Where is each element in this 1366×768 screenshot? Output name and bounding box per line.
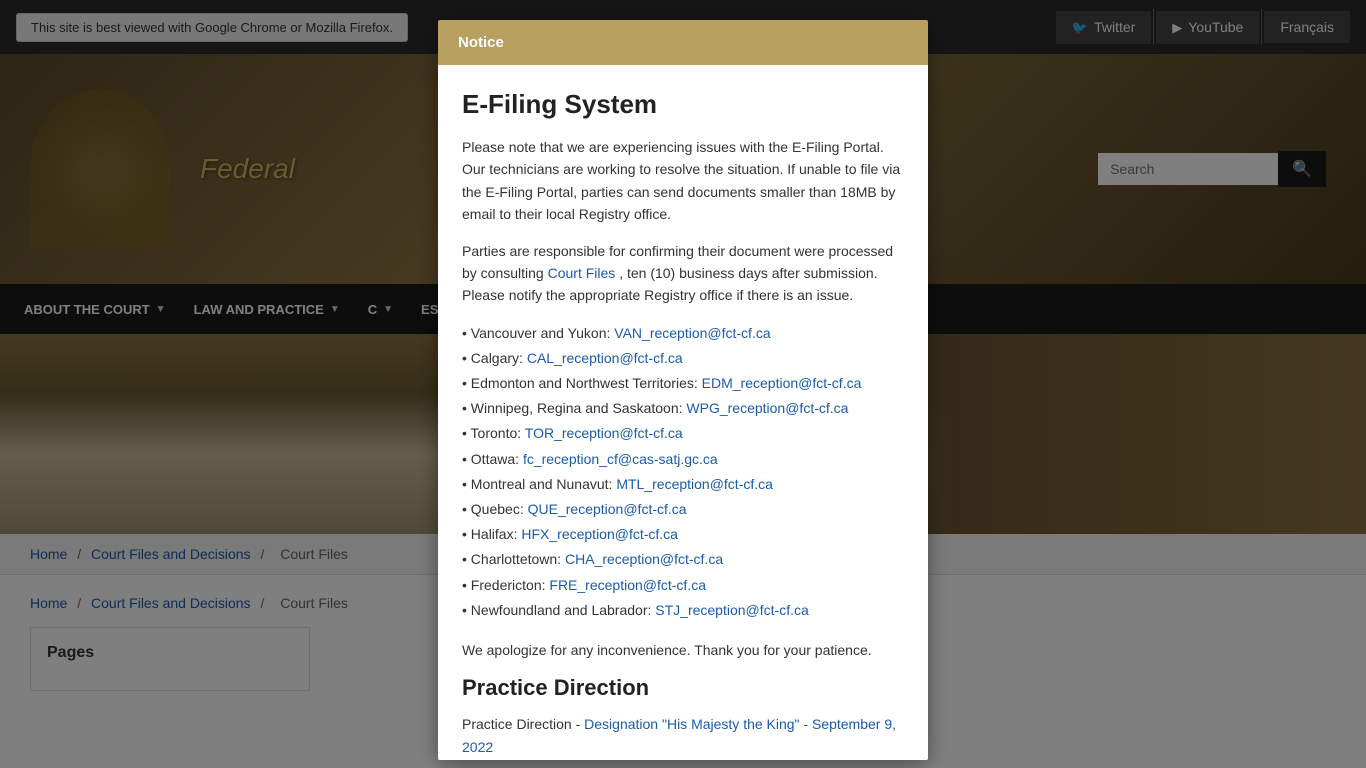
contact-item: Toronto: TOR_reception@fct-cf.ca — [462, 421, 904, 446]
contact-email[interactable]: QUE_reception@fct-cf.ca — [528, 501, 687, 517]
contact-item: Winnipeg, Regina and Saskatoon: WPG_rece… — [462, 396, 904, 421]
court-files-link[interactable]: Court Files — [548, 265, 616, 281]
contact-item: Edmonton and Northwest Territories: EDM_… — [462, 371, 904, 396]
contact-email[interactable]: HFX_reception@fct-cf.ca — [521, 526, 678, 542]
modal-body: E-Filing System Please note that we are … — [438, 65, 928, 760]
contact-email[interactable]: CAL_reception@fct-cf.ca — [527, 350, 683, 366]
contact-email[interactable]: fc_reception_cf@cas-satj.gc.ca — [523, 451, 718, 467]
contact-email[interactable]: CHA_reception@fct-cf.ca — [565, 551, 723, 567]
efiling-heading: E-Filing System — [462, 89, 904, 120]
contact-item: Charlottetown: CHA_reception@fct-cf.ca — [462, 547, 904, 572]
modal-overlay[interactable]: Notice E-Filing System Please note that … — [0, 0, 1366, 768]
practice-para: Practice Direction - Designation "His Ma… — [462, 713, 904, 758]
modal-dialog: Notice E-Filing System Please note that … — [438, 20, 928, 760]
contact-item: Newfoundland and Labrador: STJ_reception… — [462, 598, 904, 623]
contact-email[interactable]: VAN_reception@fct-cf.ca — [614, 325, 770, 341]
contact-item: Quebec: QUE_reception@fct-cf.ca — [462, 497, 904, 522]
contact-email[interactable]: MTL_reception@fct-cf.ca — [616, 476, 773, 492]
practice-para-text: Practice Direction - — [462, 716, 580, 732]
contact-item: Halifax: HFX_reception@fct-cf.ca — [462, 522, 904, 547]
contact-email[interactable]: STJ_reception@fct-cf.ca — [655, 602, 809, 618]
contact-email[interactable]: FRE_reception@fct-cf.ca — [549, 577, 706, 593]
contact-item: Montreal and Nunavut: MTL_reception@fct-… — [462, 472, 904, 497]
modal-header-label: Notice — [458, 34, 504, 51]
apology-text: We apologize for any inconvenience. Than… — [462, 639, 904, 661]
contact-email[interactable]: EDM_reception@fct-cf.ca — [702, 375, 862, 391]
efiling-para2: Parties are responsible for confirming t… — [462, 240, 904, 307]
contacts-list: Vancouver and Yukon: VAN_reception@fct-c… — [462, 321, 904, 623]
practice-heading: Practice Direction — [462, 675, 904, 701]
contact-email[interactable]: WPG_reception@fct-cf.ca — [686, 400, 848, 416]
efiling-para1: Please note that we are experiencing iss… — [462, 136, 904, 226]
modal-header: Notice — [438, 20, 928, 65]
contact-item: Calgary: CAL_reception@fct-cf.ca — [462, 346, 904, 371]
contact-item: Ottawa: fc_reception_cf@cas-satj.gc.ca — [462, 447, 904, 472]
contact-email[interactable]: TOR_reception@fct-cf.ca — [525, 425, 683, 441]
contact-item: Vancouver and Yukon: VAN_reception@fct-c… — [462, 321, 904, 346]
contact-item: Fredericton: FRE_reception@fct-cf.ca — [462, 573, 904, 598]
